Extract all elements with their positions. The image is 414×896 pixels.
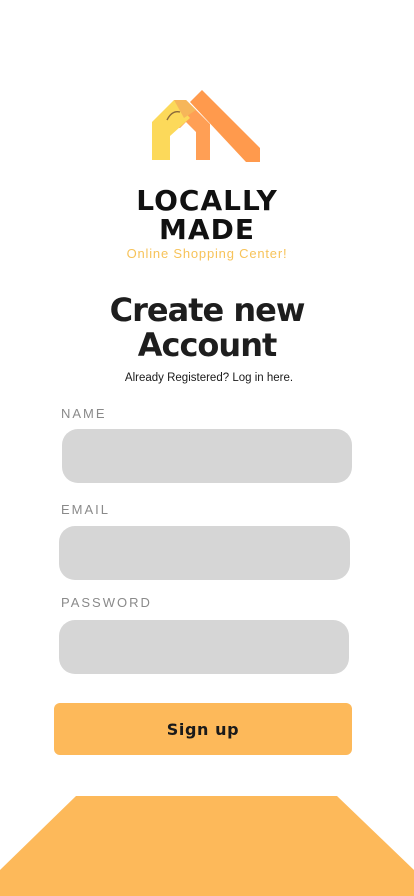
house-roof-logo-icon: [152, 90, 260, 162]
page-title-line1: Create new: [109, 291, 306, 329]
footer-decoration: [0, 796, 414, 896]
password-input[interactable]: [59, 620, 349, 674]
name-label: NAME: [61, 406, 107, 421]
login-link[interactable]: Already Registered? Log in here.: [0, 372, 414, 384]
signup-button[interactable]: Sign up: [54, 703, 352, 755]
email-input[interactable]: [59, 526, 350, 580]
email-label: EMAIL: [61, 502, 111, 517]
page-title-line2: Account: [137, 326, 278, 364]
password-label: PASSWORD: [61, 595, 152, 610]
brand-name-line2: MADE: [159, 213, 255, 246]
brand-tagline: Online Shopping Center!: [126, 246, 288, 261]
name-input[interactable]: [62, 429, 352, 483]
